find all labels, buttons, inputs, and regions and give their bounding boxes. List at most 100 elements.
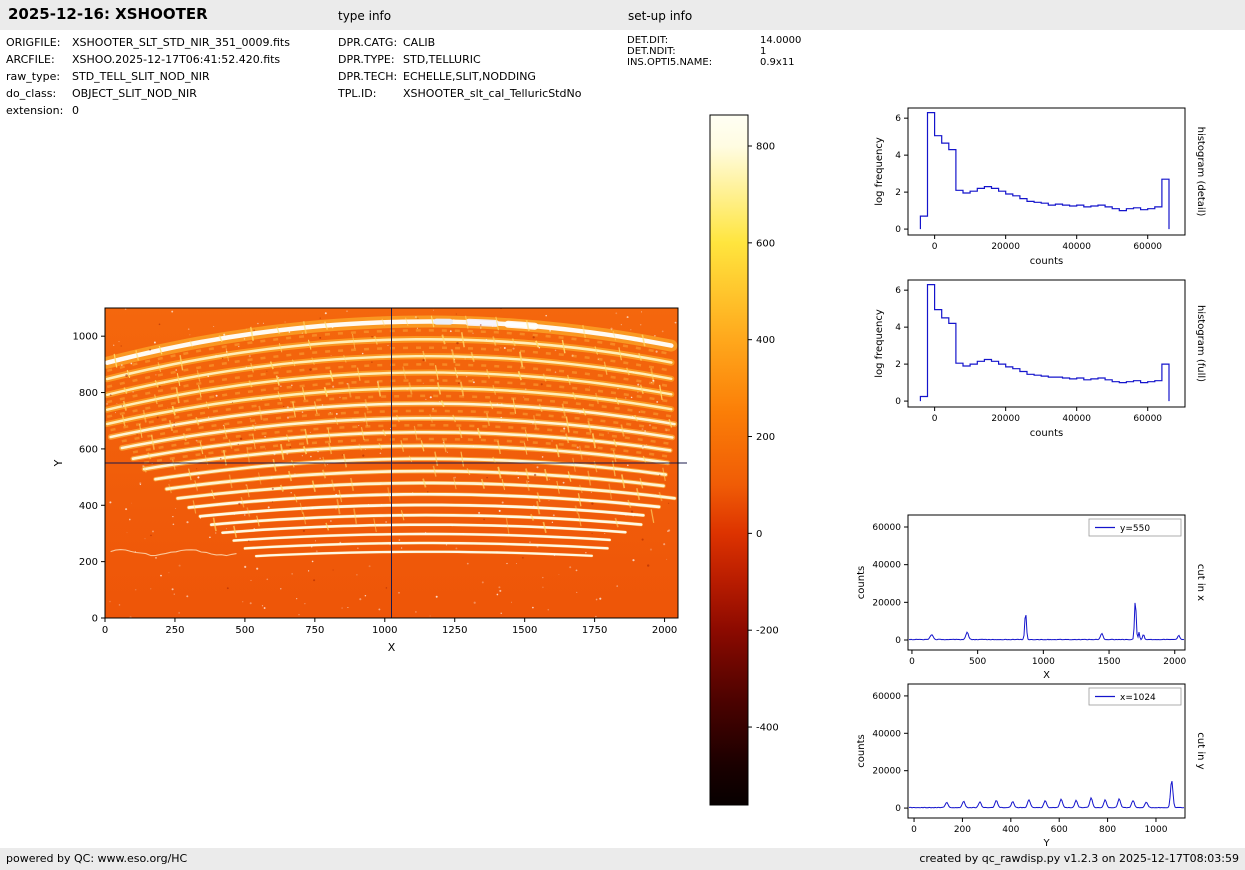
- svg-text:counts: counts: [1030, 256, 1063, 267]
- ins-opti5-value: 0.9x11: [760, 57, 795, 68]
- svg-text:400: 400: [1002, 825, 1019, 835]
- dpr-catg-value: CALIB: [403, 36, 436, 49]
- svg-text:Y: Y: [52, 459, 65, 467]
- svg-text:20000: 20000: [991, 242, 1020, 252]
- svg-text:40000: 40000: [1062, 414, 1091, 424]
- setup-info-row: DET.DIT: 14.0000: [627, 35, 801, 46]
- svg-text:2: 2: [895, 360, 901, 370]
- svg-text:60000: 60000: [1133, 242, 1162, 252]
- svg-text:2000: 2000: [1163, 657, 1186, 667]
- setup-info-row: DET.NDIT: 1: [627, 46, 801, 57]
- det-dit-value: 14.0000: [760, 35, 802, 46]
- arcfile-label: ARCFILE:: [6, 53, 55, 66]
- svg-text:log frequency: log frequency: [874, 309, 885, 378]
- tpl-id-label: TPL.ID:: [338, 87, 377, 100]
- svg-text:x=1024: x=1024: [1120, 693, 1156, 703]
- svg-text:-200: -200: [756, 626, 779, 637]
- svg-text:400: 400: [756, 335, 775, 346]
- page-title: 2025-12-16: XSHOOTER: [8, 5, 208, 23]
- qc-report-page: 0 250 500 750 1000 1250 1500 1750 2000 0 200 400 600…: [0, 0, 1245, 870]
- svg-text:0: 0: [932, 242, 938, 252]
- svg-text:counts: counts: [856, 566, 867, 599]
- svg-text:200: 200: [954, 825, 971, 835]
- svg-text:cut in x: cut in x: [1195, 564, 1206, 601]
- svg-text:X: X: [388, 641, 396, 654]
- svg-text:log frequency: log frequency: [874, 137, 885, 206]
- file-info-row: ARCFILE: XSHOO.2025-12-17T06:41:52.420.fi…: [6, 51, 290, 68]
- type-info-row: DPR.CATG: CALIB: [338, 34, 581, 51]
- file-info-row: do_class: OBJECT_SLIT_NOD_NIR: [6, 85, 290, 102]
- type-info-block: DPR.CATG: CALIB DPR.TYPE: STD,TELLURIC DPR…: [338, 34, 581, 102]
- file-info-block: ORIGFILE: XSHOOTER_SLT_STD_NIR_351_0009.f…: [6, 34, 290, 119]
- header-bar: 2025-12-16: XSHOOTER type info set-up in…: [0, 0, 1245, 30]
- dpr-tech-label: DPR.TECH:: [338, 70, 398, 83]
- origfile-label: ORIGFILE:: [6, 36, 61, 49]
- colorbar: 800 600 400 200 0 -200 -400: [709, 114, 779, 806]
- svg-text:60000: 60000: [872, 523, 901, 533]
- raw-image-plot: 0 250 500 750 1000 1250 1500 1750 2000 0 200 400 600…: [52, 307, 687, 654]
- do-class-value: OBJECT_SLIT_NOD_NIR: [72, 87, 197, 100]
- svg-text:0: 0: [895, 804, 901, 814]
- svg-text:6: 6: [895, 286, 901, 296]
- svg-text:1000: 1000: [1032, 657, 1055, 667]
- svg-text:1000: 1000: [372, 625, 397, 636]
- svg-text:1000: 1000: [73, 332, 98, 343]
- svg-text:0: 0: [92, 614, 98, 625]
- det-ndit-value: 1: [760, 46, 767, 57]
- svg-text:60000: 60000: [1133, 414, 1162, 424]
- footer-powered-by: powered by QC: www.eso.org/HC: [6, 852, 188, 865]
- qc-plots-canvas: 0 250 500 750 1000 1250 1500 1750 20000200400600…: [52, 107, 1206, 849]
- dpr-tech-value: ECHELLE,SLIT,NODDING: [403, 70, 536, 83]
- svg-text:0: 0: [895, 636, 901, 646]
- svg-text:600: 600: [79, 444, 98, 455]
- svg-text:6: 6: [895, 114, 901, 124]
- setup-info-row: INS.OPTI5.NAME: 0.9x11: [627, 57, 801, 68]
- svg-text:0: 0: [756, 529, 762, 540]
- svg-text:250: 250: [165, 625, 184, 636]
- svg-text:0: 0: [932, 414, 938, 424]
- type-info-row: TPL.ID: XSHOOTER_slt_cal_TelluricStdNo: [338, 85, 581, 102]
- raw-type-value: STD_TELL_SLIT_NOD_NIR: [72, 70, 210, 83]
- svg-text:counts: counts: [856, 734, 867, 767]
- svg-text:1250: 1250: [442, 625, 467, 636]
- dpr-catg-label: DPR.CATG:: [338, 36, 398, 49]
- footer-bar: powered by QC: www.eso.org/HC created by…: [0, 848, 1245, 870]
- svg-text:1500: 1500: [512, 625, 537, 636]
- svg-text:X: X: [1043, 670, 1050, 681]
- arcfile-value: XSHOO.2025-12-17T06:41:52.420.fits: [72, 53, 281, 66]
- tpl-id-value: XSHOOTER_slt_cal_TelluricStdNo: [403, 87, 582, 100]
- svg-text:0: 0: [102, 625, 108, 636]
- svg-text:0: 0: [895, 225, 901, 235]
- svg-text:20000: 20000: [991, 414, 1020, 424]
- histogram-detail-plot: 0 20000 40000 60000 0 2 4 6 counts log frequency h…: [874, 107, 1206, 267]
- svg-text:750: 750: [305, 625, 324, 636]
- svg-text:1750: 1750: [582, 625, 607, 636]
- svg-text:4: 4: [895, 151, 901, 161]
- svg-text:-400: -400: [756, 723, 779, 734]
- type-info-row: DPR.TYPE: STD,TELLURIC: [338, 51, 581, 68]
- svg-text:20000: 20000: [872, 767, 901, 777]
- type-info-heading: type info: [338, 9, 392, 23]
- setup-info-block: DET.DIT: 14.0000 DET.NDIT: 1 INS.OPTI5.NAM…: [627, 35, 801, 68]
- svg-text:800: 800: [1099, 825, 1116, 835]
- cut-in-x-plot: 0 500 1000 1500 20000200004000060000Xcounts c…: [856, 514, 1206, 681]
- cut-in-y-plot: 0 200 400 600 800 10000200004000060000Ycounts…: [856, 683, 1206, 849]
- dpr-type-label: DPR.TYPE:: [338, 53, 395, 66]
- svg-text:500: 500: [969, 657, 986, 667]
- svg-text:800: 800: [756, 141, 775, 152]
- type-info-row: DPR.TECH: ECHELLE,SLIT,NODDING: [338, 68, 581, 85]
- svg-text:0: 0: [909, 657, 915, 667]
- svg-text:20000: 20000: [872, 598, 901, 608]
- file-info-row: extension: 0: [6, 102, 290, 119]
- svg-text:2: 2: [895, 188, 901, 198]
- svg-text:counts: counts: [1030, 428, 1063, 439]
- svg-text:40000: 40000: [1062, 242, 1091, 252]
- svg-text:0: 0: [911, 825, 917, 835]
- svg-text:cut in y: cut in y: [1195, 732, 1206, 769]
- origfile-value: XSHOOTER_SLT_STD_NIR_351_0009.fits: [72, 36, 290, 49]
- extension-label: extension:: [6, 104, 64, 117]
- svg-text:500: 500: [235, 625, 254, 636]
- dpr-type-value: STD,TELLURIC: [403, 53, 481, 66]
- ins-opti5-label: INS.OPTI5.NAME:: [627, 57, 713, 68]
- svg-text:40000: 40000: [872, 561, 901, 571]
